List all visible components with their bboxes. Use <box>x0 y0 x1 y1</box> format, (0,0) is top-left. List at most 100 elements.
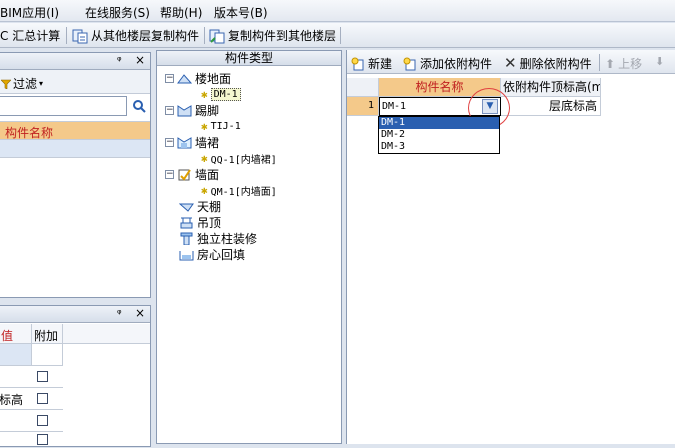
tree-item-wall-surface[interactable]: − 墙面 <box>165 166 219 182</box>
tree-item-label: TIJ-1 <box>210 120 241 132</box>
move-up-button[interactable]: ⬆ 上移 <box>605 55 642 72</box>
table-row[interactable] <box>31 344 63 366</box>
toolbar-divider <box>66 27 67 44</box>
properties-column-header: 值 附加 <box>0 324 150 344</box>
tree-item-label: QQ-1[内墙裙] <box>210 154 277 166</box>
backfill-icon <box>179 250 194 260</box>
pin-icon[interactable]: ᵠ <box>117 54 122 67</box>
add-attached-icon <box>403 57 416 70</box>
filter-icon <box>1 79 11 89</box>
search-input[interactable] <box>0 96 127 116</box>
pin-icon[interactable]: ᵠ <box>117 307 122 320</box>
search-icon[interactable] <box>132 99 146 113</box>
selected-value: DM-1 <box>382 101 407 112</box>
value-column-label: 值 <box>1 329 14 343</box>
menu-bim[interactable]: BIM应用(I) <box>0 4 59 21</box>
tree-item-label: 踢脚 <box>195 103 220 118</box>
collapse-icon[interactable]: − <box>165 137 174 147</box>
tree-item-dm1[interactable]: ✱ DM-1 <box>201 86 241 102</box>
filter-bar: 过滤 ▾ <box>0 70 150 94</box>
component-name-header: 构件名称 <box>0 121 150 140</box>
tree-item-qq1[interactable]: ✱ QQ-1[内墙裙] <box>201 150 277 166</box>
table-row[interactable] <box>0 344 31 366</box>
component-name-header-label: 构件名称 <box>5 126 54 140</box>
attach-checkbox[interactable] <box>37 434 48 445</box>
tree-item-backfill[interactable]: 房心回填 <box>179 246 245 262</box>
component-name-dropdown: DM-1 DM-2 DM-3 <box>378 116 500 154</box>
new-button[interactable]: 新建 <box>351 55 392 72</box>
toolbar-divider <box>599 54 600 71</box>
menu-bar: BIM应用(I) 在线服务(S) 帮助(H) 版本号(B) <box>0 0 675 22</box>
table-row[interactable] <box>0 410 63 432</box>
top-elevation-value[interactable]: 层底标高 <box>501 97 601 116</box>
table-row[interactable] <box>0 366 63 388</box>
tree-item-column-finish[interactable]: 独立柱装修 <box>179 230 257 246</box>
delete-attached-button[interactable]: ✕ 删除依附构件 <box>504 54 592 72</box>
properties-panel: ᵠ × 值 附加 标高 <box>0 305 151 447</box>
attached-toolbar: 新建 添加依附构件 ✕ 删除依附构件 ⬆ 上移 ⬇ <box>347 50 675 74</box>
component-list-panel: ᵠ × 过滤 ▾ 构件名称 <box>0 52 151 298</box>
tree-item-label: 独立柱装修 <box>197 231 258 246</box>
summary-calc-label: C 汇总计算 <box>0 29 61 43</box>
tree-item-tij1[interactable]: ✱ TIJ-1 <box>201 118 241 134</box>
copy-from-icon <box>72 29 88 43</box>
tree-item-label: 楼地面 <box>195 71 232 86</box>
attach-checkbox[interactable] <box>37 415 48 426</box>
tree-item-qm1[interactable]: ✱ QM-1[内墙面] <box>201 182 277 198</box>
gear-icon: ✱ <box>201 151 208 165</box>
table-row[interactable]: 标高 <box>0 388 63 410</box>
dropdown-option[interactable]: DM-3 <box>379 141 499 153</box>
top-elevation-column[interactable]: 依附构件顶标高(m <box>501 78 601 97</box>
tree-item-skirting[interactable]: − 踢脚 <box>165 102 219 118</box>
skirting-icon <box>177 104 192 116</box>
collapse-icon[interactable]: − <box>165 105 174 115</box>
close-icon[interactable]: × <box>135 306 145 320</box>
close-icon[interactable]: × <box>135 53 145 67</box>
dropdown-option[interactable]: DM-2 <box>379 129 499 141</box>
attach-column-label: 附加 <box>34 329 59 343</box>
tree-item-label: QM-1[内墙面] <box>210 186 277 198</box>
properties-header: ᵠ × <box>0 306 150 323</box>
collapse-icon[interactable]: − <box>165 169 174 179</box>
filter-label: 过滤 <box>13 77 38 91</box>
close-icon: ✕ <box>504 54 517 72</box>
tree-item-label: 吊顶 <box>197 215 222 230</box>
dropdown-option[interactable]: DM-1 <box>379 117 499 129</box>
row-number: 1 <box>347 97 379 116</box>
tree-item-label: DM-1 <box>210 87 241 101</box>
property-value: 标高 <box>0 393 24 407</box>
tree-item-floor[interactable]: − 楼地面 <box>165 70 231 86</box>
attach-checkbox[interactable] <box>37 393 48 404</box>
menu-online-service[interactable]: 在线服务(S) <box>85 4 150 21</box>
attach-checkbox[interactable] <box>37 371 48 382</box>
row-number-header <box>347 78 379 97</box>
copy-to-floor-button[interactable]: 复制构件到其他楼层 <box>209 27 336 44</box>
table-row[interactable] <box>0 140 150 158</box>
tree-item-ceiling[interactable]: 天棚 <box>179 198 221 214</box>
tree-item-suspended-ceiling[interactable]: 吊顶 <box>179 214 221 230</box>
tree-item-label: 墙裙 <box>195 135 220 150</box>
delete-attached-label: 删除依附构件 <box>519 56 592 71</box>
tree-item-label: 房心回填 <box>197 247 246 262</box>
arrow-up-icon: ⬆ <box>605 56 616 71</box>
copy-from-floor-button[interactable]: 从其他楼层复制构件 <box>72 27 199 44</box>
add-attached-button[interactable]: 添加依附构件 <box>403 55 492 72</box>
column-divider <box>62 324 63 344</box>
gear-icon: ✱ <box>201 119 208 133</box>
arrow-down-icon[interactable]: ⬇ <box>655 55 664 68</box>
tree-item-wainscot[interactable]: − 墙裙 <box>165 134 219 150</box>
menu-help[interactable]: 帮助(H) <box>160 4 202 21</box>
component-type-header: 构件类型 <box>157 51 341 66</box>
add-attached-label: 添加依附构件 <box>420 57 493 71</box>
column-divider <box>31 324 32 344</box>
tree-item-label: 天棚 <box>197 199 222 214</box>
collapse-icon[interactable]: − <box>165 73 174 83</box>
table-row[interactable] <box>0 432 63 448</box>
summary-calc-button[interactable]: C 汇总计算 <box>0 27 60 44</box>
menu-version[interactable]: 版本号(B) <box>214 4 268 21</box>
toolbar-divider <box>340 27 341 44</box>
column-icon <box>180 232 193 245</box>
toolbar-divider <box>204 27 205 44</box>
filter-button[interactable]: 过滤 ▾ <box>1 75 43 92</box>
tree-item-label: 墙面 <box>195 167 220 182</box>
